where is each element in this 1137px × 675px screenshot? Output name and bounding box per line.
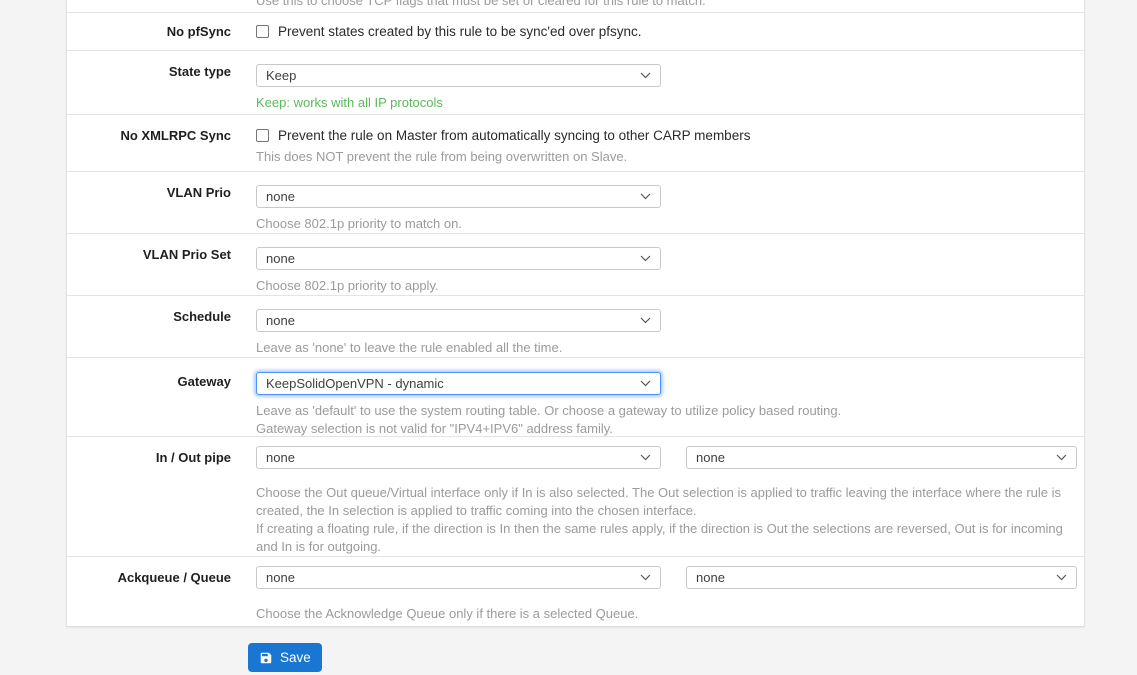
gateway-help-line2: Gateway selection is not valid for "IPV4… <box>256 420 1077 438</box>
schedule-help: Leave as 'none' to leave the rule enable… <box>256 339 1077 357</box>
in-out-pipe-label: In / Out pipe <box>67 437 231 556</box>
row-state-type: State type Keep Keep: works with all IP … <box>67 51 1084 115</box>
row-ackqueue-queue: Ackqueue / Queue none none Choose the Ac… <box>67 557 1084 627</box>
out-pipe-value: none <box>696 450 725 465</box>
chevron-down-icon <box>640 574 651 581</box>
save-floppy-icon <box>259 651 273 665</box>
chevron-down-icon <box>640 317 651 324</box>
vlan-prio-set-help: Choose 802.1p priority to apply. <box>256 277 1077 295</box>
row-no-pfsync: No pfSync Prevent states created by this… <box>67 13 1084 51</box>
save-button-label: Save <box>280 650 311 665</box>
ackqueue-queue-label: Ackqueue / Queue <box>67 557 231 626</box>
vlan-prio-set-select[interactable]: none <box>256 247 661 270</box>
state-type-help: Keep: works with all IP protocols <box>256 94 1077 112</box>
gateway-label: Gateway <box>67 358 231 436</box>
in-pipe-select[interactable]: none <box>256 446 661 469</box>
in-out-pipe-help-line1: Choose the Out queue/Virtual interface o… <box>256 484 1077 520</box>
no-xmlrpc-label: No XMLRPC Sync <box>67 115 231 171</box>
chevron-down-icon <box>1056 454 1067 461</box>
queue-select[interactable]: none <box>686 566 1077 589</box>
row-vlan-prio: VLAN Prio none Choose 802.1p priority to… <box>67 172 1084 234</box>
state-type-value: Keep <box>266 68 296 83</box>
state-type-select[interactable]: Keep <box>256 64 661 87</box>
state-type-label: State type <box>67 51 231 114</box>
in-out-pipe-help-line2: If creating a floating rule, if the dire… <box>256 520 1077 556</box>
form-actions: Save <box>248 643 322 672</box>
chevron-down-icon <box>640 193 651 200</box>
tcp-flags-help-text: Use this to choose TCP flags that must b… <box>256 0 1084 8</box>
chevron-down-icon <box>1056 574 1067 581</box>
vlan-prio-help: Choose 802.1p priority to match on. <box>256 215 1077 233</box>
schedule-value: none <box>266 313 295 328</box>
firewall-rule-form: Use this to choose TCP flags that must b… <box>66 0 1085 627</box>
no-pfsync-label: No pfSync <box>67 24 231 39</box>
no-xmlrpc-checkbox[interactable] <box>256 129 269 142</box>
vlan-prio-select[interactable]: none <box>256 185 661 208</box>
vlan-prio-set-label: VLAN Prio Set <box>67 234 231 295</box>
row-in-out-pipe: In / Out pipe none none Choose the Out q… <box>67 437 1084 557</box>
save-button[interactable]: Save <box>248 643 322 672</box>
ackqueue-select[interactable]: none <box>256 566 661 589</box>
row-tcp-flags-clipped: Use this to choose TCP flags that must b… <box>67 0 1084 13</box>
schedule-label: Schedule <box>67 296 231 357</box>
vlan-prio-label: VLAN Prio <box>67 172 231 233</box>
no-xmlrpc-checkbox-label: Prevent the rule on Master from automati… <box>278 128 750 143</box>
gateway-select[interactable]: KeepSolidOpenVPN - dynamic <box>256 372 661 395</box>
in-pipe-value: none <box>266 450 295 465</box>
chevron-down-icon <box>640 380 651 387</box>
no-pfsync-checkbox-label: Prevent states created by this rule to b… <box>278 24 642 39</box>
gateway-help-line1: Leave as 'default' to use the system rou… <box>256 402 1077 420</box>
chevron-down-icon <box>640 255 651 262</box>
vlan-prio-value: none <box>266 189 295 204</box>
row-no-xmlrpc-sync: No XMLRPC Sync Prevent the rule on Maste… <box>67 115 1084 172</box>
no-xmlrpc-help: This does NOT prevent the rule from bein… <box>256 148 1077 166</box>
row-vlan-prio-set: VLAN Prio Set none Choose 802.1p priorit… <box>67 234 1084 296</box>
ackqueue-queue-help: Choose the Acknowledge Queue only if the… <box>256 605 1077 623</box>
out-pipe-select[interactable]: none <box>686 446 1077 469</box>
no-pfsync-checkbox[interactable] <box>256 25 269 38</box>
row-schedule: Schedule none Leave as 'none' to leave t… <box>67 296 1084 358</box>
ackqueue-value: none <box>266 570 295 585</box>
chevron-down-icon <box>640 72 651 79</box>
schedule-select[interactable]: none <box>256 309 661 332</box>
chevron-down-icon <box>640 454 651 461</box>
queue-value: none <box>696 570 725 585</box>
gateway-value: KeepSolidOpenVPN - dynamic <box>266 376 444 391</box>
row-gateway: Gateway KeepSolidOpenVPN - dynamic Leave… <box>67 358 1084 437</box>
vlan-prio-set-value: none <box>266 251 295 266</box>
